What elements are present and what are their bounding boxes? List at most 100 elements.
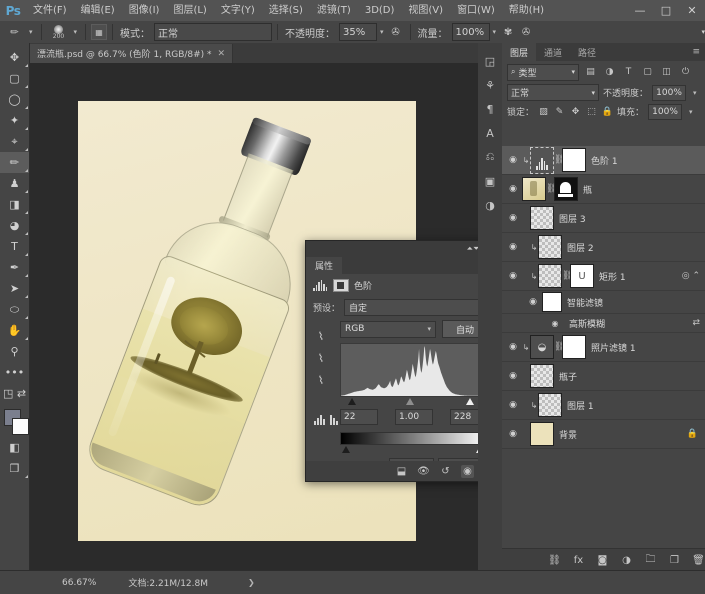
- layer-thumbnail[interactable]: ◒: [530, 335, 554, 359]
- input-black-value[interactable]: 22: [340, 409, 378, 425]
- brush-size-picker[interactable]: 200: [47, 22, 71, 42]
- flow-input[interactable]: 100%: [451, 23, 490, 41]
- reset-icon[interactable]: ↺: [439, 465, 452, 478]
- pressure-opacity-icon[interactable]: ✇: [387, 23, 405, 41]
- clip-to-layer-icon[interactable]: ⬓: [395, 465, 408, 478]
- move-tool[interactable]: ✥: [0, 47, 29, 68]
- adjustments-panel-icon[interactable]: ◑: [478, 193, 502, 217]
- layer-list[interactable]: ◉ ↳ ⛓ 色阶 1 ◉ ⛓ 瓶 ◉ 图层 3 ◉ ↳ 图层 2 ◉ ↳ ⛓ U…: [502, 146, 705, 593]
- filter-type-icon[interactable]: T: [621, 65, 636, 80]
- document-tab[interactable]: 漂流瓶.psd @ 66.7% (色阶 1, RGB/8#) * ✕: [30, 44, 234, 63]
- output-black-slider[interactable]: [342, 446, 350, 453]
- layer-row-bottle[interactable]: ◉ 瓶子: [502, 362, 705, 391]
- opacity-input[interactable]: 35%: [339, 23, 378, 41]
- zoom-tool[interactable]: ⚲: [0, 341, 29, 362]
- history-panel-icon[interactable]: ⎌: [478, 145, 502, 169]
- layer-visibility-icon[interactable]: ◉: [504, 429, 522, 439]
- mask-link-icon[interactable]: ⛓: [554, 342, 565, 352]
- layer-visibility-icon[interactable]: ◉: [504, 271, 522, 281]
- layer-row-background[interactable]: ◉ 背景 🔒: [502, 420, 705, 449]
- color-swatches[interactable]: [0, 407, 29, 437]
- filter-type-select[interactable]: ⌕ 类型 ▾: [507, 63, 579, 81]
- mask-link-icon[interactable]: ⛓: [554, 155, 565, 165]
- input-gamma-slider[interactable]: [406, 398, 414, 405]
- set-white-point-eyedropper-icon[interactable]: ⌇: [313, 372, 329, 388]
- brush-preset-chevron-icon[interactable]: ▾: [74, 28, 78, 36]
- eraser-tool[interactable]: ◨: [0, 194, 29, 215]
- layer-style-icon[interactable]: fx: [572, 554, 585, 567]
- tab-properties[interactable]: 属性: [306, 257, 343, 274]
- quick-mask-toggle-icon[interactable]: ◧: [0, 437, 29, 458]
- set-gray-point-eyedropper-icon[interactable]: ⌇: [313, 350, 329, 366]
- layer-mask-thumbnail[interactable]: U: [570, 264, 594, 288]
- pressure-size-icon[interactable]: ✇: [517, 23, 535, 41]
- menu-item-window[interactable]: 窗口(W): [450, 0, 502, 21]
- view-previous-state-icon[interactable]: 👁: [417, 465, 430, 478]
- layer-visibility-icon[interactable]: ◉: [504, 242, 522, 252]
- layers-panel-menu-icon[interactable]: ≡: [692, 43, 700, 61]
- toggle-visibility-icon[interactable]: ◉: [461, 464, 474, 478]
- filter-pixel-icon[interactable]: ▤: [583, 65, 598, 80]
- layer-visibility-icon[interactable]: ◉: [504, 342, 522, 352]
- properties-panel[interactable]: ⏶⏷ ✕ 属性 ≡ 色阶 预设： 自定 ▾ RGB ▾ 自动: [305, 240, 504, 482]
- link-layers-icon[interactable]: ⛓: [548, 554, 561, 567]
- input-slider-row[interactable]: [340, 398, 488, 408]
- tab-paths[interactable]: 路径: [570, 43, 604, 61]
- mask-link-icon[interactable]: ⛓: [546, 184, 557, 194]
- menu-item-help[interactable]: 帮助(H): [502, 0, 551, 21]
- preset-select[interactable]: 自定 ▾: [344, 299, 488, 316]
- layer-visibility-icon[interactable]: ◉: [504, 155, 522, 165]
- menu-item-select[interactable]: 选择(S): [262, 0, 310, 21]
- airbrush-icon[interactable]: ✾: [499, 23, 517, 41]
- layer-row-layer-1[interactable]: ◉ ↳ 图层 1: [502, 391, 705, 420]
- clone-stamp-tool[interactable]: ♟: [0, 173, 29, 194]
- opacity-chevron-icon[interactable]: ▾: [380, 28, 384, 36]
- default-colors-icon[interactable]: ◳ ⇄: [0, 383, 29, 404]
- zoom-level[interactable]: 66.67%: [62, 578, 96, 588]
- pen-tool[interactable]: ✒: [0, 257, 29, 278]
- color-panel-icon[interactable]: ◲: [478, 49, 502, 73]
- lock-position-icon[interactable]: ✥: [570, 106, 581, 118]
- current-tool-brush-icon[interactable]: ✎: [4, 23, 26, 41]
- layer-thumbnail[interactable]: [530, 422, 554, 446]
- layer-opacity-value[interactable]: 100%: [652, 84, 687, 101]
- layer-thumbnail[interactable]: [538, 235, 562, 259]
- background-color-swatch[interactable]: [12, 418, 29, 435]
- filter-blend-options-icon[interactable]: ⇄: [692, 318, 700, 328]
- add-mask-icon[interactable]: ◙: [596, 554, 609, 567]
- layer-visibility-icon[interactable]: ◉: [504, 371, 522, 381]
- filter-shape-icon[interactable]: ▢: [640, 65, 655, 80]
- tab-channels[interactable]: 通道: [536, 43, 570, 61]
- ellipse-tool[interactable]: ⬭: [0, 299, 29, 320]
- new-adjustment-icon[interactable]: ◑: [620, 554, 633, 567]
- layer-row-photo-filter-1[interactable]: ◉ ↳ ◒ ⛓ 照片滤镜 1: [502, 333, 705, 362]
- layer-mask-icon[interactable]: [333, 278, 349, 292]
- menu-item-type[interactable]: 文字(Y): [214, 0, 262, 21]
- menu-item-layer[interactable]: 图层(L): [166, 0, 213, 21]
- paragraph-panel-icon[interactable]: ¶: [478, 97, 502, 121]
- lock-artboard-icon[interactable]: ⬚: [586, 106, 597, 118]
- path-select-tool[interactable]: ➤: [0, 278, 29, 299]
- smart-filter-mask-thumbnail[interactable]: [542, 292, 562, 312]
- smart-filters-row[interactable]: ◉ 智能滤镜: [502, 291, 705, 314]
- input-gamma-value[interactable]: 1.00: [395, 409, 433, 425]
- more-tools-icon[interactable]: •••: [0, 362, 29, 383]
- layer-visibility-icon[interactable]: ◉: [504, 184, 522, 194]
- marquee-tool[interactable]: ▢: [0, 68, 29, 89]
- layer-thumbnail[interactable]: [530, 206, 554, 230]
- smart-object-badge[interactable]: ◎ ⌃: [682, 271, 700, 281]
- lock-all-icon[interactable]: 🔒: [602, 106, 613, 118]
- maximize-button[interactable]: □: [653, 0, 679, 21]
- character-panel-icon[interactable]: A: [478, 121, 502, 145]
- smart-filter-visibility-icon[interactable]: ◉: [524, 297, 542, 307]
- channel-select[interactable]: RGB ▾: [340, 320, 436, 338]
- tab-layers[interactable]: 图层: [502, 43, 537, 61]
- filter-toggle-icon[interactable]: ⏻: [678, 65, 693, 80]
- flow-chevron-icon[interactable]: ▾: [493, 28, 497, 36]
- tool-preset-chevron-icon[interactable]: ▾: [29, 28, 33, 36]
- actions-panel-icon[interactable]: ▣: [478, 169, 502, 193]
- smart-filter-gaussian-blur-row[interactable]: ◉ 高斯模糊 ⇄: [502, 314, 705, 333]
- layer-row-rectangle-1[interactable]: ◉ ↳ ⛓ U 矩形 1 ◎ ⌃: [502, 262, 705, 291]
- menu-item-3d[interactable]: 3D(D): [358, 0, 402, 21]
- lock-image-icon[interactable]: ✎: [554, 106, 565, 118]
